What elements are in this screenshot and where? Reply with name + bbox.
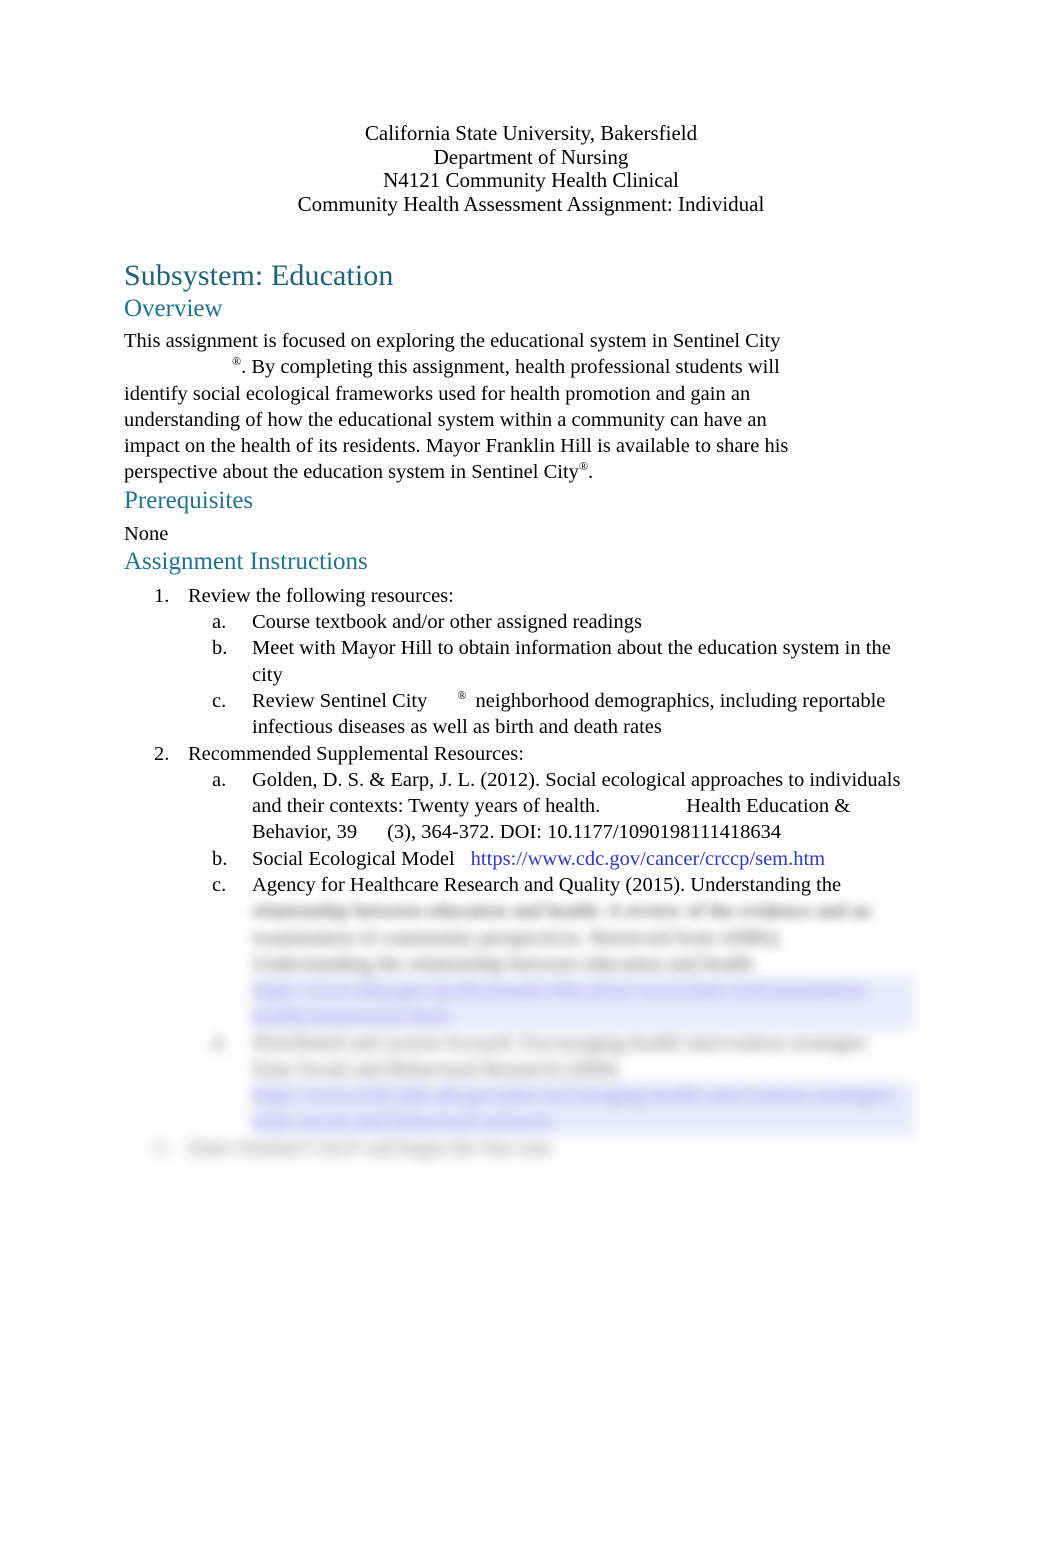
registered-mark-icon: ® — [457, 688, 467, 703]
instructions-sublist: a. Golden, D. S. & Earp, J. L. (2012). S… — [188, 767, 914, 1136]
list-marker: 3. — [154, 1137, 170, 1160]
list-item: c. Review Sentinel City ® neighborhood dem… — [188, 688, 914, 741]
list-marker: a. — [212, 768, 227, 791]
list-item-text: Golden, D. S. & Earp, J. L. (2012). Soci… — [252, 767, 914, 846]
list-item-text: Meet with Mayor Hill to obtain informati… — [252, 637, 891, 686]
list-item-text: Review the following resources: — [188, 584, 454, 607]
obscured-link[interactable]: https://www.ahrq.gov/professionals/educa… — [252, 977, 914, 1030]
document-body: Subsystem: Education Overview This assig… — [124, 258, 914, 1161]
section-heading-prerequisites: Prerequisites — [124, 486, 254, 514]
list-marker: 1. — [154, 584, 170, 607]
overview-text-c: . — [588, 461, 594, 484]
social-ecological-model-label: Social Ecological Model — [252, 847, 455, 870]
obscured-text-line: Distributed and system focused: Encourag… — [252, 1031, 868, 1054]
header-line-2: Department of Nursing — [433, 144, 629, 169]
overview-paragraph: This assignment is focused on exploring … — [124, 328, 814, 486]
overview-text-a: This assignment is focused on exploring … — [124, 330, 781, 352]
obscured-text-line: Enter Sentinel City® and begin the Sun t… — [188, 1137, 556, 1160]
list-marker: b. — [212, 847, 228, 870]
list-item-text: Recommended Supplemental Resources: — [188, 742, 524, 765]
instructions-sublist: a. Course textbook and/or other assigned… — [188, 609, 914, 740]
header-line-1: California State University, Bakersfield — [364, 121, 698, 145]
cdc-sem-link[interactable]: https://www.cdc.gov/cancer/crccp/sem.htm — [471, 848, 825, 870]
overview-text-b: . By completing this assignment, health … — [124, 356, 789, 484]
list-marker: d. — [212, 1031, 228, 1054]
page-title: Subsystem: Education — [124, 259, 394, 292]
list-item: a. Golden, D. S. & Earp, J. L. (2012). S… — [188, 767, 914, 846]
list-marker: a. — [212, 611, 227, 634]
header-line-3: N4121 Community Health Clinical — [383, 168, 679, 193]
obscured-text-line: examination of community perspectives. R… — [252, 926, 783, 949]
citation-issue-pages: (3), 364-372. DOI: 10.1177/1090198111418… — [387, 821, 782, 844]
list-item: b. Meet with Mayor Hill to obtain inform… — [188, 635, 914, 688]
list-item: d. Distributed and system focused: Encou… — [188, 1030, 914, 1136]
prerequisites-body: None — [124, 522, 169, 545]
sentinel-city-label: Review Sentinel City — [252, 689, 428, 712]
section-heading-overview: Overview — [124, 295, 223, 322]
section-heading-assignment-instructions: Assignment Instructions — [124, 547, 368, 575]
list-marker: b. — [212, 637, 228, 660]
list-item: 3. Enter Sentinel City® and begin the Su… — [124, 1135, 914, 1161]
registered-mark-icon-2: ® — [578, 459, 589, 474]
list-item: c. Agency for Healthcare Research and Qu… — [188, 872, 914, 1030]
list-item: 2. Recommended Supplemental Resources: a… — [124, 741, 914, 1136]
list-item: b. Social Ecological Model https://www.cd… — [188, 846, 914, 872]
list-marker: c. — [212, 689, 227, 712]
list-item-text: Course textbook and/or other assigned re… — [252, 611, 642, 634]
document-header: California State University, Bakersfield… — [0, 121, 1062, 216]
list-marker: 2. — [154, 742, 170, 765]
obscured-link[interactable]: https://www.ncbi.nlm.nih.gov/pmc/encoura… — [252, 1082, 914, 1136]
document-page: California State University, Bakersfield… — [0, 0, 1062, 1561]
list-item: a. Course textbook and/or other assigned… — [188, 609, 914, 635]
obscured-text-line: from Social and Behavioral Research (200… — [252, 1058, 619, 1081]
list-marker: c. — [212, 874, 227, 897]
list-item-text: Agency for Healthcare Research and Quali… — [252, 872, 914, 898]
list-item: 1. Review the following resources: a. Co… — [124, 583, 914, 741]
list-item-text: Review Sentinel City ® neighborhood demogr… — [252, 688, 914, 741]
obscured-text-line: Understanding the relationship between e… — [252, 952, 753, 975]
ahrq-citation-text: Agency for Healthcare Research and Quali… — [252, 874, 842, 897]
instructions-list: 1. Review the following resources: a. Co… — [124, 583, 914, 1162]
header-line-4: Community Health Assessment Assignment: … — [297, 191, 765, 216]
registered-mark-icon: ® — [232, 354, 242, 369]
list-item-text: Social Ecological Model https://www.cdc.g… — [252, 846, 914, 872]
obscured-text-line: relationship between education and healt… — [252, 900, 871, 923]
